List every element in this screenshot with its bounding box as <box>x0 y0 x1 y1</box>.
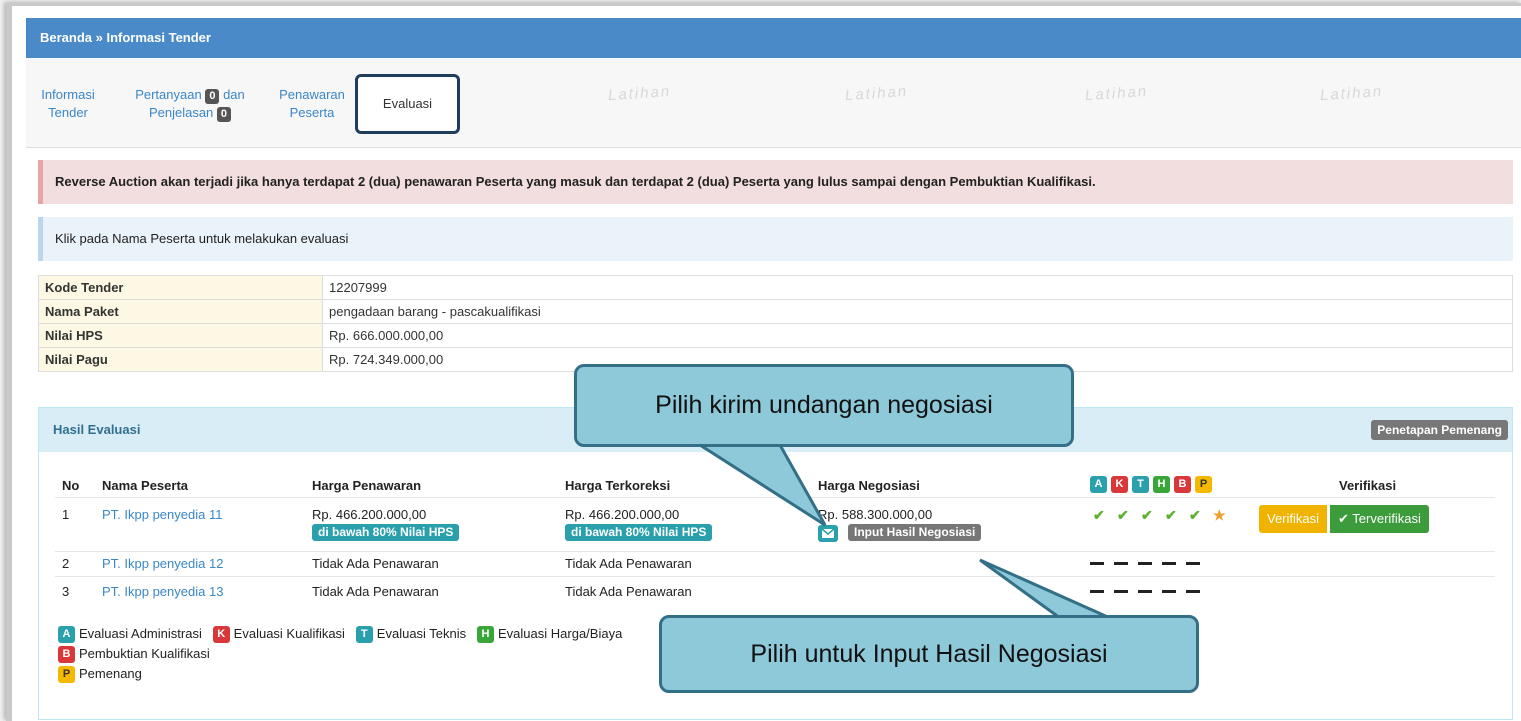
callout-bottom-pointer <box>979 558 1111 620</box>
callout-top-pointer <box>694 443 827 527</box>
callout-pointers <box>694 443 1111 620</box>
callout-bottom: Pilih untuk Input Hasil Negosiasi <box>659 615 1199 693</box>
callout-top: Pilih kirim undangan negosiasi <box>574 364 1074 447</box>
